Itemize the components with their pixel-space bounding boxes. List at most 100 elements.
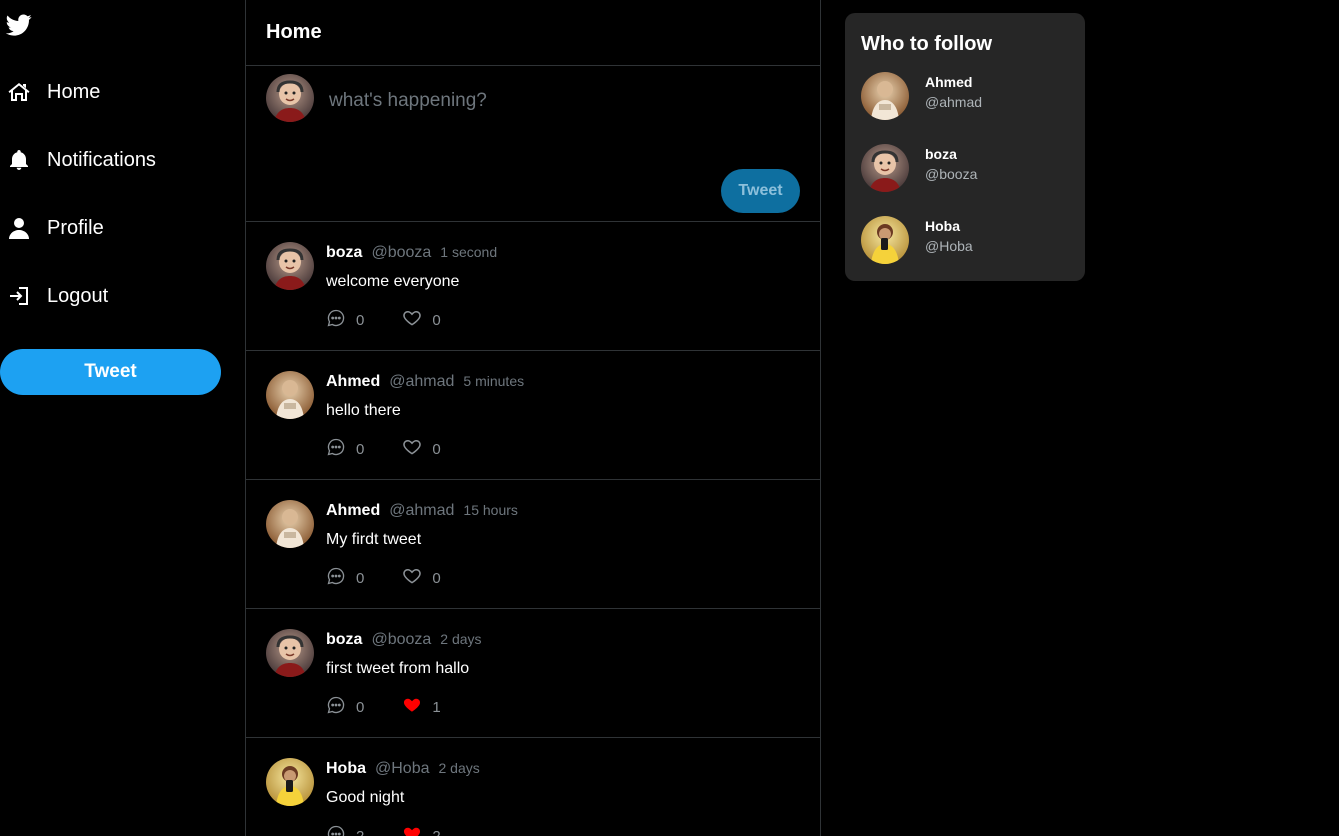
heart-icon (402, 308, 422, 333)
tweet-author-name[interactable]: Ahmed (326, 502, 380, 520)
tweet-author-name[interactable]: Ahmed (326, 373, 380, 391)
tweet-author-handle: @Hoba (375, 760, 430, 777)
reply-count: 0 (356, 570, 365, 587)
follow-name: boza (925, 146, 957, 162)
avatar (861, 72, 909, 120)
compose-box: Tweet (246, 66, 820, 222)
avatar[interactable] (266, 371, 314, 419)
heart-icon (402, 824, 422, 836)
main-feed: Home Tweet boza @booza 1 second welcome eve… (245, 0, 821, 836)
nav-logout-label: Logout (47, 284, 109, 307)
like-button[interactable]: 0 (402, 437, 441, 462)
tweet-list: boza @booza 1 second welcome everyone 0 0 Ahme… (246, 222, 820, 836)
tweet-item[interactable]: Ahmed @ahmad 5 minutes hello there 0 0 (246, 351, 820, 480)
heart-icon (402, 437, 422, 462)
nav-home[interactable]: Home (6, 74, 100, 110)
tweet-header: boza @booza 1 second (326, 244, 497, 262)
tweet-text: first tweet from hallo (326, 660, 470, 677)
tweet-header: boza @booza 2 days (326, 631, 482, 649)
like-count: 2 (432, 828, 440, 836)
follow-user-boza[interactable]: boza @booza (861, 144, 1071, 192)
tweet-actions: 00 (326, 437, 441, 462)
tweet-author-handle: @booza (371, 244, 432, 261)
nav-home-label: Home (47, 80, 101, 103)
like-button[interactable]: 0 (402, 566, 441, 591)
reply-count: 0 (356, 312, 365, 329)
tweet-author-name[interactable]: boza (326, 631, 362, 649)
reply-button[interactable]: 2 (326, 824, 364, 836)
tweet-actions: 00 (326, 308, 441, 333)
logout-icon (6, 283, 32, 309)
reply-button[interactable]: 0 (326, 695, 364, 720)
reply-button[interactable]: 0 (326, 308, 364, 333)
tweet-timestamp: 5 minutes (463, 373, 525, 389)
follow-name: Ahmed (925, 74, 973, 90)
tweet-author-name[interactable]: boza (326, 244, 362, 262)
tweet-timestamp: 2 days (440, 631, 482, 647)
avatar[interactable] (266, 242, 314, 290)
reply-icon (326, 437, 346, 462)
twitter-bird-icon[interactable] (6, 12, 32, 38)
tweet-author-handle: @booza (371, 631, 432, 648)
reply-count: 0 (356, 699, 365, 716)
like-count: 0 (432, 441, 441, 458)
follow-handle: @booza (925, 166, 978, 182)
avatar[interactable] (266, 758, 314, 806)
follow-name: Hoba (925, 218, 960, 234)
like-count: 0 (432, 570, 441, 587)
like-button[interactable]: 1 (402, 695, 441, 720)
compose-input[interactable] (329, 90, 789, 112)
tweet-item[interactable]: boza @booza 1 second welcome everyone 0 0 (246, 222, 820, 351)
tweet-timestamp: 15 hours (463, 502, 518, 518)
like-button[interactable]: 0 (402, 308, 441, 333)
follow-user-hoba[interactable]: Hoba @Hoba (861, 216, 1071, 264)
reply-icon (326, 308, 346, 333)
tweet-timestamp: 1 second (440, 244, 498, 260)
who-to-follow-panel: Who to follow Ahmed @ahmad boza @booza H… (845, 13, 1085, 281)
tweet-text: hello there (326, 402, 401, 419)
avatar[interactable] (266, 500, 314, 548)
bell-icon (6, 147, 32, 173)
nav-profile-label: Profile (47, 216, 104, 239)
tweet-text: My firdt tweet (326, 531, 422, 548)
who-to-follow-title: Who to follow (861, 33, 993, 55)
tweet-text: Good night (326, 789, 405, 806)
nav-notifications-label: Notifications (47, 148, 156, 171)
nav-notifications[interactable]: Notifications (6, 142, 156, 178)
nav-profile[interactable]: Profile (6, 210, 104, 246)
tweet-author-name[interactable]: Hoba (326, 760, 366, 778)
reply-count: 0 (356, 441, 365, 458)
like-count: 1 (432, 699, 441, 716)
sidebar-tweet-button[interactable]: Tweet (0, 349, 221, 395)
tweet-actions: 01 (326, 695, 441, 720)
tweet-header: Hoba @Hoba 2 days (326, 760, 480, 778)
avatar (861, 144, 909, 192)
compose-tweet-button[interactable]: Tweet (721, 169, 800, 213)
heart-icon (402, 566, 422, 591)
like-count: 0 (432, 312, 441, 329)
page-title: Home (266, 21, 322, 43)
avatar (861, 216, 909, 264)
like-button[interactable]: 2 (402, 824, 441, 836)
tweet-timestamp: 2 days (438, 760, 480, 776)
nav-logout[interactable]: Logout (6, 278, 108, 314)
reply-button[interactable]: 0 (326, 566, 364, 591)
tweet-item[interactable]: Hoba @Hoba 2 days Good night 2 2 (246, 738, 820, 836)
tweet-item[interactable]: boza @booza 2 days first tweet from hallo 0 1 (246, 609, 820, 738)
tweet-header: Ahmed @ahmad 5 minutes (326, 373, 524, 391)
home-icon (6, 79, 32, 105)
follow-user-ahmed[interactable]: Ahmed @ahmad (861, 72, 1071, 120)
tweet-item[interactable]: Ahmed @ahmad 15 hours My firdt tweet 0 0 (246, 480, 820, 609)
reply-icon (326, 566, 346, 591)
avatar[interactable] (266, 629, 314, 677)
tweet-author-handle: @ahmad (389, 373, 455, 390)
sidebar: Home Notifications Profile Logout Tweet (0, 0, 245, 836)
reply-button[interactable]: 0 (326, 437, 364, 462)
tweet-author-handle: @ahmad (389, 502, 455, 519)
avatar (266, 74, 314, 122)
user-icon (6, 215, 32, 241)
tweet-actions: 00 (326, 566, 441, 591)
tweet-text: welcome everyone (326, 273, 460, 290)
tweet-header: Ahmed @ahmad 15 hours (326, 502, 518, 520)
reply-icon (326, 824, 346, 836)
